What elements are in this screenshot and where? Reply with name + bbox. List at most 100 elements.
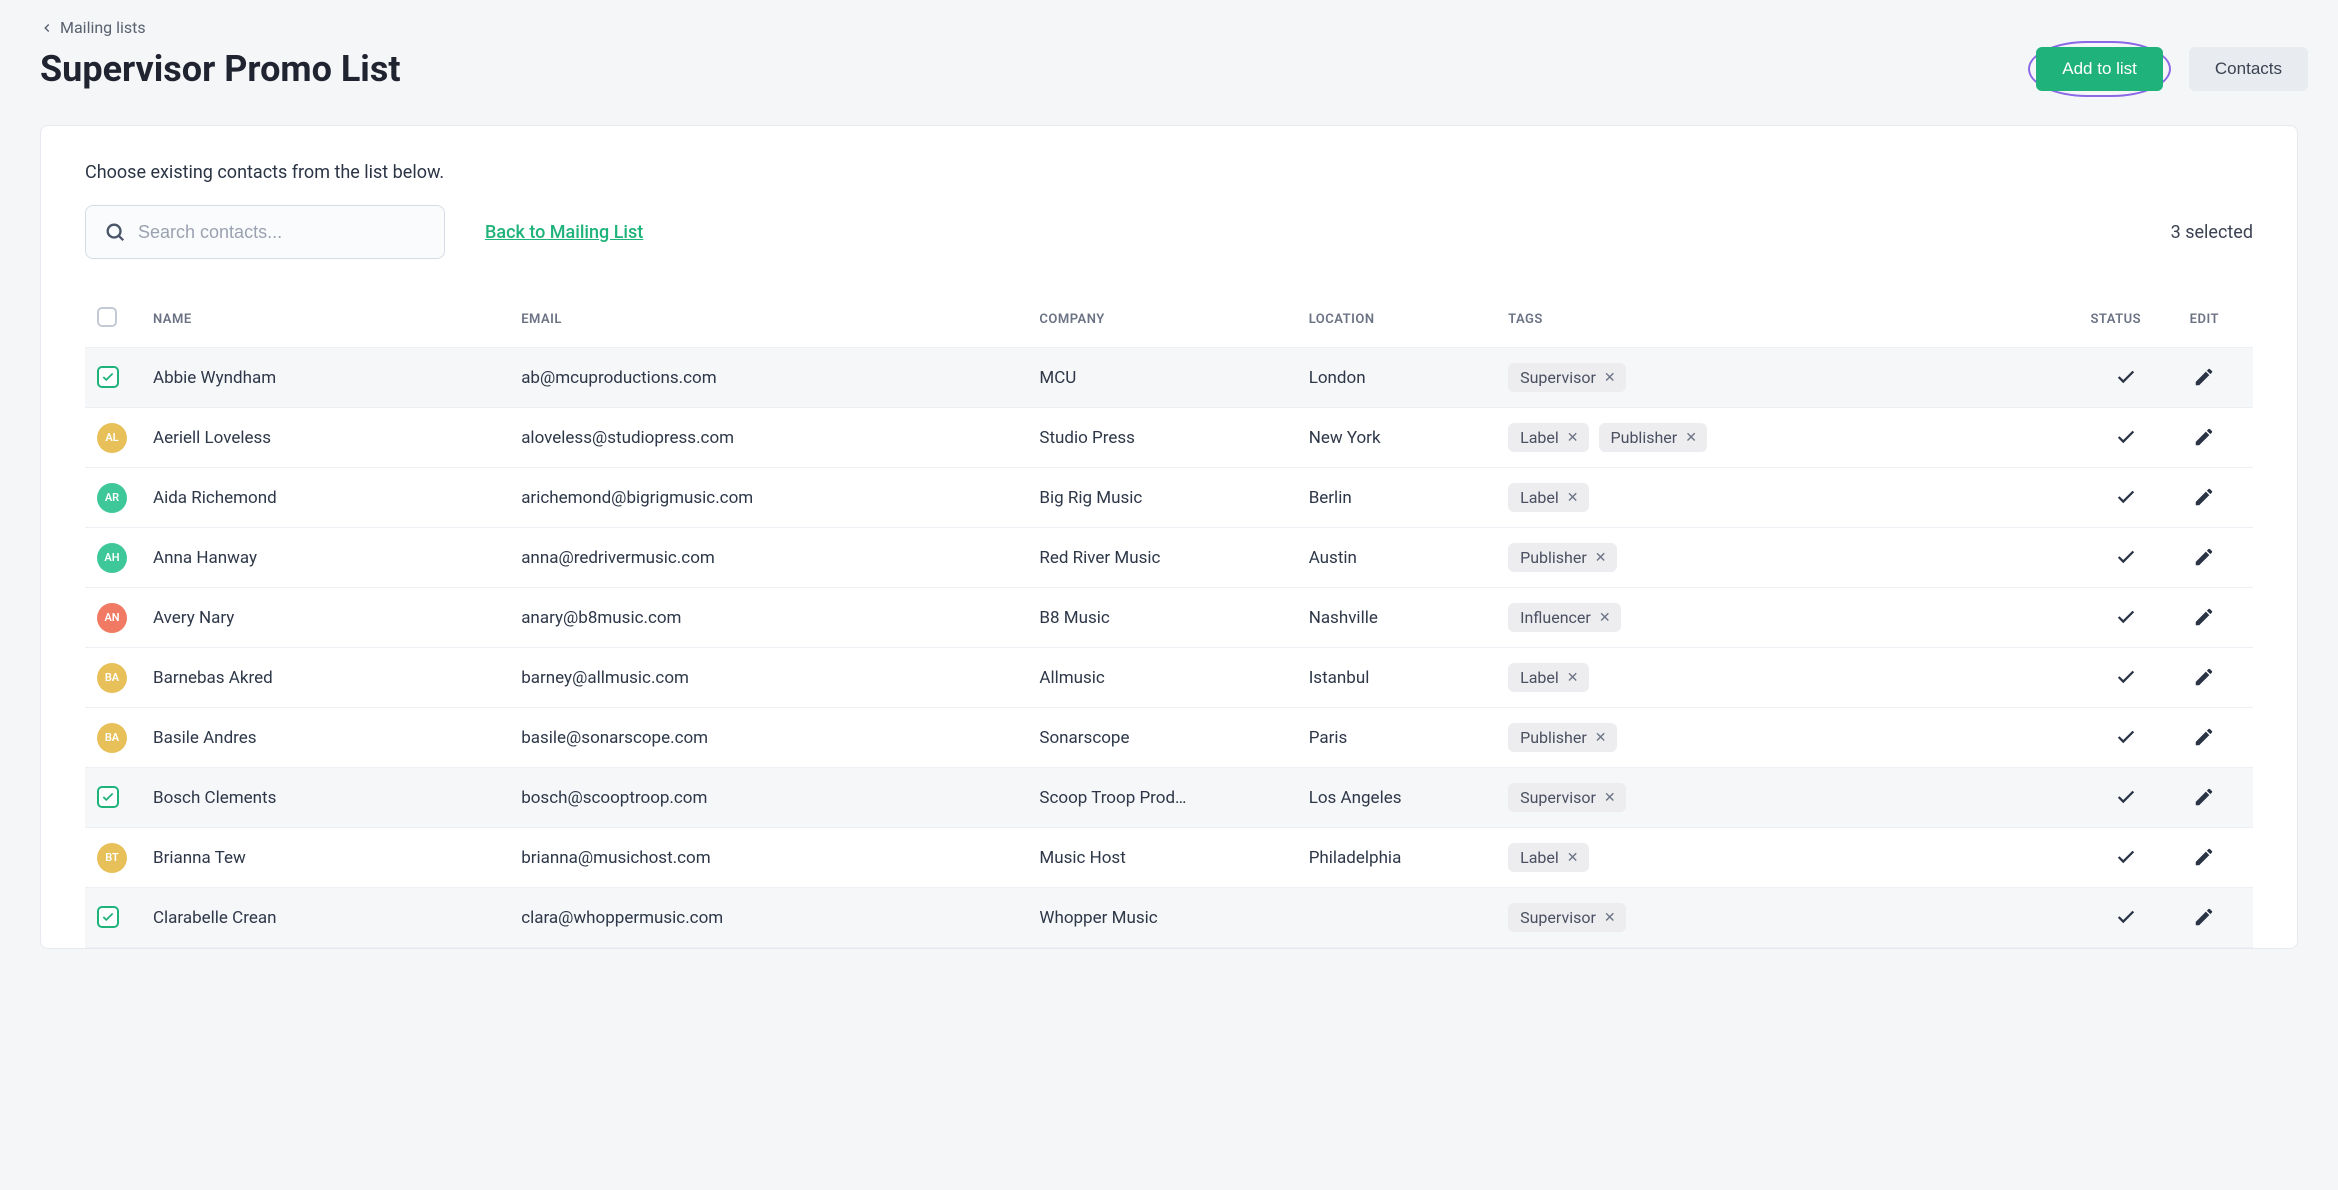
cell-company: B8 Music [1027, 588, 1296, 648]
avatar[interactable]: BA [97, 723, 127, 753]
cell-name: Anna Hanway [141, 528, 509, 588]
row-checkbox[interactable] [97, 906, 119, 928]
edit-button[interactable] [2189, 662, 2219, 692]
col-header-edit[interactable]: EDIT [2153, 293, 2253, 348]
search-input-wrap[interactable] [85, 205, 445, 259]
avatar[interactable]: BT [97, 843, 127, 873]
tag-remove-icon[interactable]: ✕ [1567, 490, 1579, 506]
col-header-email[interactable]: EMAIL [509, 293, 1027, 348]
row-checkbox[interactable] [97, 786, 119, 808]
avatar[interactable]: AH [97, 543, 127, 573]
status-check-icon [2111, 362, 2141, 392]
panel-instruction: Choose existing contacts from the list b… [85, 162, 2253, 183]
cell-tags: Label✕ [1496, 648, 2033, 708]
tag-remove-icon[interactable]: ✕ [1595, 550, 1607, 566]
status-check-icon [2111, 722, 2141, 752]
col-header-location[interactable]: LOCATION [1297, 293, 1496, 348]
status-check-icon [2111, 482, 2141, 512]
tag-chip[interactable]: Publisher✕ [1508, 543, 1616, 572]
status-check-icon [2111, 662, 2141, 692]
tag-chip[interactable]: Influencer ✕ [1508, 603, 1620, 632]
table-row: BABarnebas Akredbarney@allmusic.comAllmu… [85, 648, 2253, 708]
cell-company: Music Host [1027, 828, 1296, 888]
table-row: AL Aeriell Lovelessaloveless@studiopress.… [85, 408, 2253, 468]
avatar[interactable]: AN [97, 603, 127, 633]
cell-tags: Label✕ Publisher✕ [1496, 408, 2033, 468]
tag-remove-icon[interactable]: ✕ [1567, 670, 1579, 686]
cell-name: Aida Richemond [141, 468, 509, 528]
add-to-list-button[interactable]: Add to list [2036, 47, 2163, 91]
edit-button[interactable] [2189, 722, 2219, 752]
avatar[interactable]: AL [97, 423, 127, 453]
select-all-checkbox[interactable] [97, 307, 117, 327]
tag-remove-icon[interactable]: ✕ [1567, 430, 1579, 446]
avatar[interactable]: BA [97, 663, 127, 693]
col-header-company[interactable]: COMPANY [1027, 293, 1296, 348]
edit-button[interactable] [2189, 842, 2219, 872]
cell-location: Philadelphia [1297, 828, 1496, 888]
chevron-left-icon [40, 21, 54, 35]
contacts-button[interactable]: Contacts [2189, 47, 2308, 91]
contacts-card: Choose existing contacts from the list b… [40, 125, 2298, 949]
cell-email: clara@whoppermusic.com [509, 888, 1027, 948]
table-row: ANAvery Naryanary@b8music.comB8 MusicNas… [85, 588, 2253, 648]
tag-chip[interactable]: Publisher ✕ [1508, 723, 1616, 752]
status-check-icon [2111, 422, 2141, 452]
cell-tags: Supervisor✕ [1496, 888, 2033, 948]
tag-chip[interactable]: Supervisor✕ [1508, 903, 1626, 932]
cell-company: Red River Music [1027, 528, 1296, 588]
tag-chip[interactable]: Publisher✕ [1599, 423, 1707, 452]
search-icon [104, 221, 126, 243]
avatar[interactable]: AR [97, 483, 127, 513]
search-input[interactable] [138, 222, 426, 243]
tag-remove-icon[interactable]: ✕ [1599, 610, 1611, 626]
cell-name: Aeriell Loveless [141, 408, 509, 468]
edit-button[interactable] [2189, 422, 2219, 452]
edit-button[interactable] [2189, 482, 2219, 512]
cell-name: Abbie Wyndham [141, 348, 509, 408]
tag-remove-icon[interactable]: ✕ [1567, 850, 1579, 866]
tag-chip[interactable]: Label✕ [1508, 483, 1588, 512]
tag-label: Publisher [1520, 728, 1587, 747]
cell-tags: Label✕ [1496, 828, 2033, 888]
row-checkbox[interactable] [97, 366, 119, 388]
back-to-mailing-list-link[interactable]: Back to Mailing List [485, 222, 643, 243]
cell-tags: Supervisor✕ [1496, 348, 2033, 408]
breadcrumb-label: Mailing lists [60, 18, 146, 37]
tag-chip[interactable]: Label✕ [1508, 423, 1588, 452]
cell-tags: Publisher✕ [1496, 528, 2033, 588]
tag-remove-icon[interactable]: ✕ [1604, 370, 1616, 386]
table-row: BABasile Andresbasile@sonarscope.comSona… [85, 708, 2253, 768]
edit-button[interactable] [2189, 362, 2219, 392]
tag-remove-icon[interactable]: ✕ [1604, 790, 1616, 806]
table-row: Abbie Wyndhamab@mcuproductions.comMCULon… [85, 348, 2253, 408]
col-header-status[interactable]: STATUS [2033, 293, 2153, 348]
header-actions: Add to list Contacts [2028, 41, 2308, 97]
cell-location: Los Angeles [1297, 768, 1496, 828]
tag-remove-icon[interactable]: ✕ [1595, 730, 1607, 746]
tag-label: Supervisor [1520, 788, 1596, 807]
edit-button[interactable] [2189, 602, 2219, 632]
tag-remove-icon[interactable]: ✕ [1685, 430, 1697, 446]
cell-email: brianna@musichost.com [509, 828, 1027, 888]
cell-location: Austin [1297, 528, 1496, 588]
edit-button[interactable] [2189, 782, 2219, 812]
status-check-icon [2111, 842, 2141, 872]
tag-chip[interactable]: Supervisor ✕ [1508, 783, 1626, 812]
col-header-name[interactable]: NAME [141, 293, 509, 348]
breadcrumb-back[interactable]: Mailing lists [40, 18, 2298, 37]
tag-chip[interactable]: Label✕ [1508, 663, 1588, 692]
cell-location: London [1297, 348, 1496, 408]
tag-remove-icon[interactable]: ✕ [1604, 910, 1616, 926]
tag-label: Influencer [1520, 608, 1591, 627]
tag-chip[interactable]: Label✕ [1508, 843, 1588, 872]
table-row: Bosch Clementsbosch@scooptroop.comScoop … [85, 768, 2253, 828]
cell-email: ab@mcuproductions.com [509, 348, 1027, 408]
edit-button[interactable] [2189, 902, 2219, 932]
tag-chip[interactable]: Supervisor✕ [1508, 363, 1626, 392]
col-header-tags[interactable]: TAGS [1496, 293, 2033, 348]
cell-email: aloveless@studiopress.com [509, 408, 1027, 468]
cell-email: bosch@scooptroop.com [509, 768, 1027, 828]
cell-tags: Publisher ✕ [1496, 708, 2033, 768]
edit-button[interactable] [2189, 542, 2219, 572]
